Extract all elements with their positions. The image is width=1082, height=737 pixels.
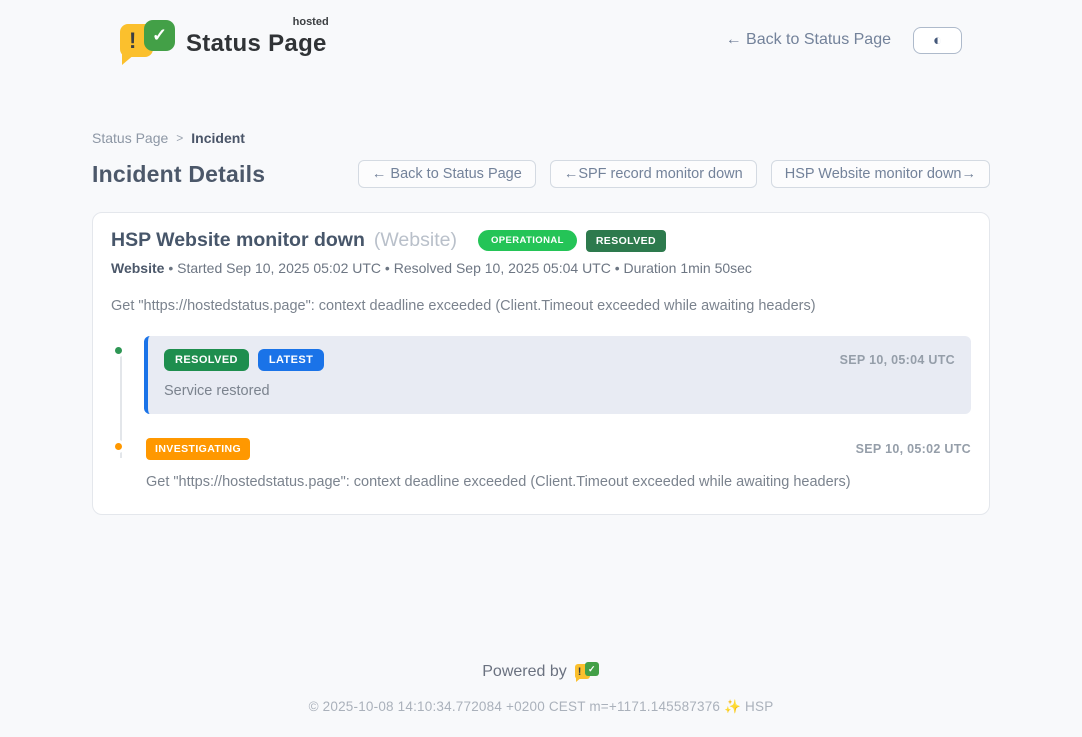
timeline-timestamp: SEP 10, 05:04 UTC [840,353,955,367]
investigating-update-box: INVESTIGATING SEP 10, 05:02 UTC Get "htt… [144,438,971,490]
theme-toggle-button[interactable]: ◐ [913,27,962,54]
main-content: Status Page > Incident Incident Details … [92,130,990,515]
resolved-state-badge: RESOLVED [586,230,666,252]
incident-card: HSP Website monitor down (Website) OPERA… [92,212,990,515]
timeline-entry-resolved: RESOLVED LATEST SEP 10, 05:04 UTC Servic… [111,336,971,414]
incident-timeline: RESOLVED LATEST SEP 10, 05:04 UTC Servic… [111,336,971,490]
powered-by-label: Powered by [482,663,567,681]
brand-text: hosted Status Page [186,22,327,58]
brand-logo[interactable]: ! ✓ hosted Status Page [118,16,327,64]
timeline-message: Get "https://hostedstatus.page": context… [146,474,971,490]
brand-hosted-label: hosted [293,16,329,28]
half-circle-contrast-icon: ◐ [933,33,942,48]
latest-update-box: RESOLVED LATEST SEP 10, 05:04 UTC Servic… [144,336,971,414]
resolved-status-dot [112,344,125,357]
copyright-line: © 2025-10-08 14:10:34.772084 +0200 CEST … [0,699,1082,715]
powered-by: Powered by ! ✓ [0,660,1082,683]
timeline-entry-content: RESOLVED LATEST SEP 10, 05:04 UTC Servic… [144,336,971,414]
next-incident-button[interactable]: HSP Website monitor down→ [771,160,990,188]
header-back-to-status-link[interactable]: ← Back to Status Page [726,31,891,49]
breadcrumb-incident: Incident [191,130,245,146]
incident-component-label: (Website) [374,229,457,252]
incident-meta-details: • Started Sep 10, 2025 05:02 UTC • Resol… [168,260,752,276]
operational-status-badge: OPERATIONAL [478,230,577,251]
logo-check-icon: ✓ [144,20,175,51]
incident-nav-buttons: ← Back to Status Page ←SPF record monito… [358,160,990,188]
timeline-entry-header: INVESTIGATING SEP 10, 05:02 UTC [146,438,971,460]
site-header: ! ✓ hosted Status Page ← Back to Status … [0,0,1082,74]
back-to-status-page-button[interactable]: ← Back to Status Page [358,160,536,188]
incident-meta-component: Website [111,260,164,276]
timeline-investigating-badge: INVESTIGATING [146,438,250,460]
incident-description: Get "https://hostedstatus.page": context… [111,298,971,314]
page-title: Incident Details [92,161,265,188]
timeline-message: Service restored [164,383,955,399]
breadcrumb-status-page[interactable]: Status Page [92,130,168,146]
header-actions: ← Back to Status Page ◐ [726,27,962,54]
timeline-timestamp: SEP 10, 05:02 UTC [856,442,971,456]
timeline-entry-investigating: INVESTIGATING SEP 10, 05:02 UTC Get "htt… [111,438,971,490]
site-footer: Powered by ! ✓ © 2025-10-08 14:10:34.772… [0,660,1082,737]
incident-meta: Website • Started Sep 10, 2025 05:02 UTC… [111,260,971,276]
timeline-latest-badge: LATEST [258,349,324,371]
brand-name: Status Page [186,30,327,57]
incident-title: HSP Website monitor down [111,229,365,252]
breadcrumb-separator: > [176,131,183,145]
breadcrumb: Status Page > Incident [92,130,990,146]
mini-logo-check-icon: ✓ [585,662,599,676]
statuspage-mini-logo-icon[interactable]: ! ✓ [575,660,600,683]
title-row: Incident Details ← Back to Status Page ←… [92,160,990,188]
timeline-resolved-badge: RESOLVED [164,349,249,371]
timeline-entry-header: RESOLVED LATEST SEP 10, 05:04 UTC [164,349,955,371]
incident-card-header: HSP Website monitor down (Website) OPERA… [111,229,971,252]
investigating-status-dot [112,440,125,453]
previous-incident-button[interactable]: ←SPF record monitor down [550,160,757,188]
statuspage-logo-icon: ! ✓ [118,16,176,64]
timeline-entry-content: INVESTIGATING SEP 10, 05:02 UTC Get "htt… [144,438,971,490]
